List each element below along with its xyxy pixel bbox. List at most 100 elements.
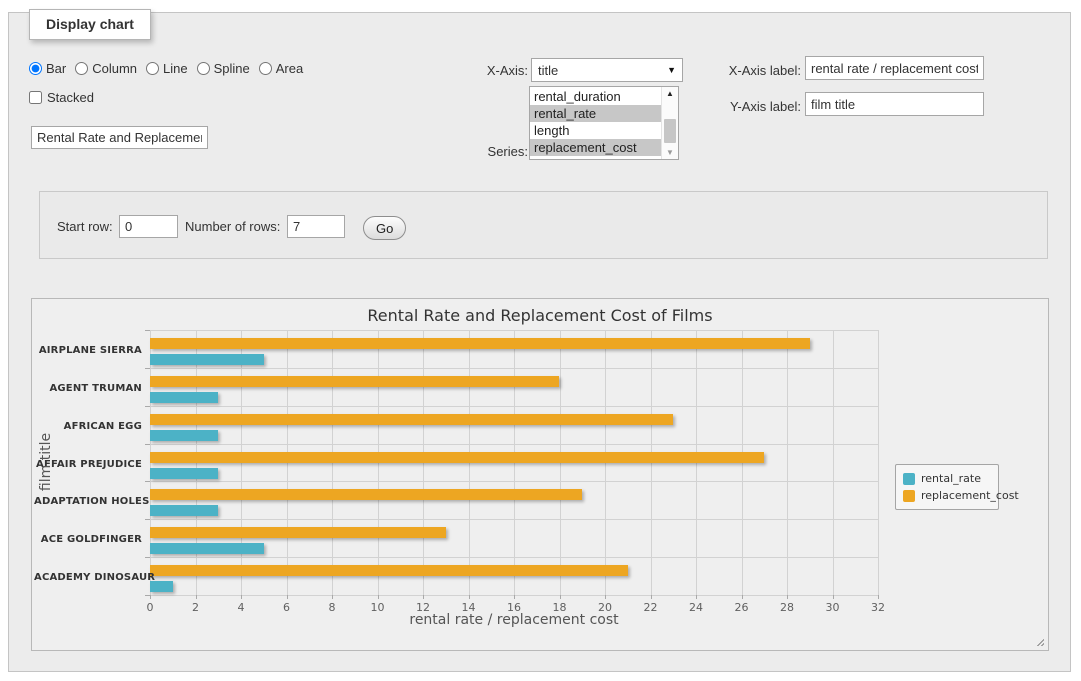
bar-rental_rate[interactable] [150, 430, 218, 441]
y-axis-label-input[interactable] [805, 92, 984, 116]
x-axis-tick [878, 595, 879, 599]
category-label: ACADEMY DINOSAUR [34, 572, 142, 583]
bar-rental_rate[interactable] [150, 505, 218, 516]
chart-type-option-line: Line [146, 61, 188, 76]
bar-rental_rate[interactable] [150, 543, 264, 554]
x-axis-tick [287, 595, 288, 599]
series-option-list: rental_durationrental_ratelengthreplacem… [530, 88, 661, 156]
go-button[interactable]: Go [363, 216, 406, 240]
chart-type-radio-column[interactable] [75, 62, 88, 75]
start-row-input[interactable] [119, 215, 178, 238]
legend-item-replacement_cost[interactable]: replacement_cost [903, 487, 991, 504]
chart-type-label: Bar [46, 61, 66, 76]
bar-rental_rate[interactable] [150, 354, 264, 365]
chart-legend: rental_rate replacement_cost [895, 464, 999, 510]
chart-type-option-bar: Bar [29, 61, 66, 76]
chart-type-radio-line[interactable] [146, 62, 159, 75]
series-listbox[interactable]: rental_durationrental_ratelengthreplacem… [529, 86, 679, 160]
chart-container: Rental Rate and Replacement Cost of Film… [31, 298, 1049, 651]
x-axis-label-caption: X-Axis label: [681, 63, 801, 78]
gridline-vertical [833, 330, 834, 595]
chart-type-option-spline: Spline [197, 61, 250, 76]
chart-type-radio-spline[interactable] [197, 62, 210, 75]
x-axis-tick [378, 595, 379, 599]
legend-swatch [903, 473, 915, 485]
category-label: ACE GOLDFINGER [34, 534, 142, 545]
x-axis-tick [560, 595, 561, 599]
gridline-horizontal [150, 481, 878, 482]
bar-replacement_cost[interactable] [150, 489, 582, 500]
chart-title-input[interactable] [31, 126, 208, 149]
gridline-vertical [878, 330, 879, 595]
bar-replacement_cost[interactable] [150, 452, 764, 463]
gridline-horizontal [150, 519, 878, 520]
x-axis-tick [833, 595, 834, 599]
row-range-panel: Start row: Number of rows: Go [39, 191, 1048, 259]
chart-type-radio-bar[interactable] [29, 62, 42, 75]
x-axis-tick [150, 595, 151, 599]
x-axis-tick [696, 595, 697, 599]
panel-tab: Display chart [29, 9, 151, 40]
bar-rental_rate[interactable] [150, 392, 218, 403]
gridline-horizontal [150, 368, 878, 369]
plot-area [150, 330, 878, 595]
x-axis-tick [196, 595, 197, 599]
num-rows-label: Number of rows: [185, 219, 280, 234]
y-axis-tick [145, 519, 150, 520]
stacked-option: Stacked [29, 90, 94, 105]
x-axis-selected-value: title [538, 63, 667, 78]
gridline-horizontal [150, 330, 878, 331]
resize-grip-icon[interactable] [1034, 636, 1044, 646]
chart-type-radio-area[interactable] [259, 62, 272, 75]
bar-replacement_cost[interactable] [150, 414, 673, 425]
scroll-up-icon[interactable]: ▲ [662, 89, 678, 98]
y-axis-label-caption: Y-Axis label: [681, 99, 801, 114]
series-option-replacement_cost[interactable]: replacement_cost [530, 139, 661, 156]
legend-swatch [903, 490, 915, 502]
legend-item-rental_rate[interactable]: rental_rate [903, 470, 991, 487]
chart-type-label: Spline [214, 61, 250, 76]
x-axis-tick [423, 595, 424, 599]
stacked-label: Stacked [47, 90, 94, 105]
num-rows-input[interactable] [287, 215, 345, 238]
x-axis-tick [514, 595, 515, 599]
y-axis-tick [145, 595, 150, 596]
series-caption: Series: [428, 144, 528, 159]
chart-type-option-column: Column [75, 61, 137, 76]
bar-replacement_cost[interactable] [150, 376, 559, 387]
x-axis-title: rental rate / replacement cost [150, 612, 878, 628]
series-option-rental_rate[interactable]: rental_rate [530, 105, 661, 122]
gridline-horizontal [150, 557, 878, 558]
start-row-label: Start row: [57, 219, 113, 234]
series-option-rental_duration[interactable]: rental_duration [530, 88, 661, 105]
bar-replacement_cost[interactable] [150, 527, 446, 538]
bar-replacement_cost[interactable] [150, 565, 628, 576]
legend-label: rental_rate [921, 472, 981, 485]
gridline-horizontal [150, 406, 878, 407]
scrollbar-thumb[interactable] [664, 119, 676, 143]
listbox-scrollbar[interactable]: ▲ ▼ [661, 87, 678, 159]
chart-type-label: Line [163, 61, 188, 76]
panel-tab-label: Display chart [46, 16, 134, 32]
chart-type-option-area: Area [259, 61, 303, 76]
chart-title: Rental Rate and Replacement Cost of Film… [32, 306, 1048, 325]
x-axis-tick [332, 595, 333, 599]
series-option-length[interactable]: length [530, 122, 661, 139]
stacked-checkbox[interactable] [29, 91, 42, 104]
chevron-down-icon: ▼ [667, 65, 676, 75]
x-axis-tick [241, 595, 242, 599]
x-axis-select[interactable]: title ▼ [531, 58, 683, 82]
bar-rental_rate[interactable] [150, 468, 218, 479]
display-chart-panel: Display chart Bar Column Line Spline Area St… [8, 12, 1071, 672]
x-axis-label-input[interactable] [805, 56, 984, 80]
x-axis-tick [605, 595, 606, 599]
x-axis-tick [651, 595, 652, 599]
bar-replacement_cost[interactable] [150, 338, 810, 349]
y-axis-tick [145, 557, 150, 558]
scroll-down-icon[interactable]: ▼ [662, 148, 678, 157]
category-label: AGENT TRUMAN [34, 383, 142, 394]
y-axis-tick [145, 406, 150, 407]
chart-type-label: Area [276, 61, 303, 76]
x-axis-tick [787, 595, 788, 599]
x-axis-caption: X-Axis: [428, 63, 528, 78]
